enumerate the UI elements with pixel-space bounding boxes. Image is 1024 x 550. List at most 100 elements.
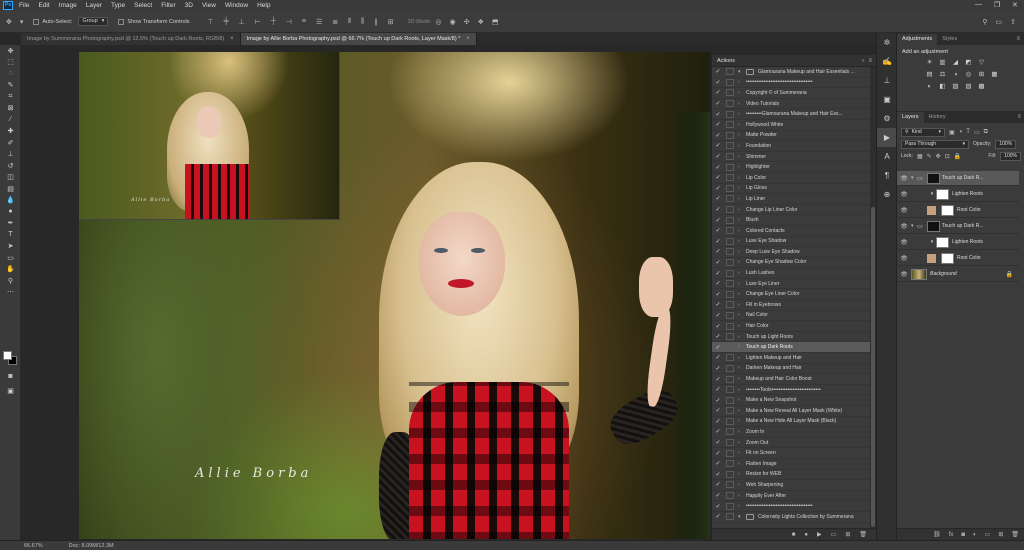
paragraph-icon[interactable]: ¶ [877, 166, 897, 185]
layer-mask-thumbnail[interactable] [927, 220, 940, 232]
levels-icon[interactable]: ▥ [938, 59, 947, 67]
dialog-toggle-box[interactable] [726, 396, 734, 404]
action-row[interactable]: ✓ › Make a New Snapshot [712, 395, 876, 406]
type-tool-icon[interactable]: T [0, 229, 21, 241]
action-row[interactable]: ✓ › Deep Luxe Eye Shadow [712, 247, 876, 258]
chevron-right-icon[interactable]: › [738, 397, 746, 403]
align-left-icon[interactable]: ⊢ [255, 18, 261, 26]
layer-mask-thumbnail[interactable] [941, 252, 954, 264]
dialog-toggle-box[interactable] [726, 237, 734, 245]
photoshop-logo[interactable]: Ps [3, 1, 13, 10]
layer-mask-thumbnail[interactable] [941, 204, 954, 216]
chevron-right-icon[interactable]: › [738, 79, 746, 85]
dialog-toggle-box[interactable] [726, 216, 734, 224]
action-row[interactable]: ✓ › Foundation [712, 141, 876, 152]
layer-group-1[interactable]: 👁 ▾ ▭ Touch up Dark R... [897, 171, 1019, 186]
checkmark-icon[interactable]: ✓ [712, 68, 724, 75]
dialog-toggle-box[interactable] [726, 121, 734, 129]
layer-fill-2[interactable]: 👁 Root Color [897, 251, 1019, 266]
vibrance-icon[interactable]: ▽ [977, 59, 986, 67]
actions-dock-icon[interactable]: ▶ [877, 128, 897, 147]
checkmark-icon[interactable]: ✓ [712, 365, 724, 372]
tab-history[interactable]: History [924, 112, 951, 123]
checkmark-icon[interactable]: ✓ [712, 301, 724, 308]
checkmark-icon[interactable]: ✓ [712, 323, 724, 330]
new-set-icon[interactable]: ▭ [831, 531, 837, 538]
checkmark-icon[interactable]: ✓ [712, 513, 724, 520]
action-row[interactable]: ✓ › Make a New Hide All Layer Mask (Black) [712, 417, 876, 428]
dialog-toggle-box[interactable] [726, 110, 734, 118]
menu-file[interactable]: File [19, 2, 29, 9]
frame-tool-icon[interactable]: ⊠ [0, 103, 21, 115]
dialog-toggle-box[interactable] [726, 174, 734, 182]
layer-mask-thumbnail[interactable] [936, 188, 949, 200]
scroll-thumb[interactable] [871, 207, 875, 527]
checkmark-icon[interactable]: ✓ [712, 79, 724, 86]
character-icon[interactable]: A [877, 147, 897, 166]
chevron-right-icon[interactable]: › [738, 175, 746, 181]
action-row[interactable]: ✓ › Luxe Eye Liner [712, 279, 876, 290]
chevron-right-icon[interactable]: › [738, 408, 746, 414]
curves-icon[interactable]: ◢ [951, 59, 960, 67]
trash-icon[interactable]: 🗑 [859, 531, 867, 538]
crop-tool-icon[interactable]: ⌗ [0, 91, 21, 103]
chevron-right-icon[interactable]: › [738, 207, 746, 213]
chevron-right-icon[interactable]: › [738, 249, 746, 255]
checkmark-icon[interactable]: ✓ [712, 111, 724, 118]
new-layer-icon[interactable]: ⊞ [998, 531, 1003, 538]
checkmark-icon[interactable]: ✓ [712, 492, 724, 499]
visibility-eye-icon[interactable]: 👁 [897, 207, 911, 214]
more-tools-icon[interactable]: ⋯ [0, 287, 21, 299]
chevron-down-icon[interactable]: ▾ [738, 514, 746, 520]
chevron-right-icon[interactable]: › [738, 281, 746, 287]
new-adjustment-icon[interactable]: ◐ [973, 532, 977, 538]
chevron-right-icon[interactable]: › [738, 185, 746, 191]
lock-all-icon[interactable]: 🔒 [954, 153, 961, 160]
photo-filter-icon[interactable]: ◎ [964, 71, 973, 79]
action-row[interactable]: ✓ › Colored Contacts [712, 226, 876, 237]
action-row[interactable]: ✓ › Touch up Light Roots [712, 332, 876, 343]
collapse-icon[interactable]: » [862, 58, 865, 64]
tab-summerana[interactable]: Image by Summerana Photography.psd @ 12.… [21, 33, 241, 45]
chevron-right-icon[interactable]: › [738, 418, 746, 424]
action-set-row[interactable]: ✓ ▾ Colorosity Lights Collection by Summer… [712, 512, 876, 523]
clone-source-icon[interactable]: ⊥ [877, 71, 897, 90]
tab-adjustments[interactable]: Adjustments [897, 34, 938, 45]
close-tab-icon[interactable]: × [230, 33, 234, 45]
checkmark-icon[interactable]: ✓ [712, 471, 724, 478]
restore-icon[interactable]: ❐ [994, 1, 1000, 9]
checkmark-icon[interactable]: ✓ [712, 418, 724, 425]
invert-icon[interactable]: ◐ [925, 83, 934, 91]
dialog-toggle-box[interactable] [726, 280, 734, 288]
action-row[interactable]: ✓ › Change Eye Shadow Color [712, 258, 876, 269]
panel-menu-icon[interactable]: ≡ [1016, 34, 1020, 45]
menu-view[interactable]: View [202, 2, 216, 9]
auto-align-icon[interactable]: ⊞ [388, 18, 394, 26]
checkmark-icon[interactable]: ✓ [712, 439, 724, 446]
menu-filter[interactable]: Filter [161, 2, 175, 9]
checkmark-icon[interactable]: ✓ [712, 206, 724, 213]
chevron-right-icon[interactable]: › [738, 132, 746, 138]
action-row[interactable]: ✓ › •••••••••••••••••••••••••••••••••••••• [712, 78, 876, 89]
panel-menu-icon[interactable]: ≡ [868, 58, 872, 64]
auto-select-dropdown[interactable]: Group ▾ [78, 17, 109, 26]
chevron-right-icon[interactable]: › [738, 291, 746, 297]
checkmark-icon[interactable]: ✓ [712, 89, 724, 96]
actions-title[interactable]: Actions [717, 58, 735, 64]
add-mask-icon[interactable]: ◙ [961, 532, 965, 538]
lock-artboard-icon[interactable]: ⊡ [945, 153, 950, 160]
filter-adjustment-icon[interactable]: ◑ [959, 129, 963, 135]
action-row[interactable]: ✓ › Hollywood White [712, 120, 876, 131]
auto-select-checkbox[interactable] [33, 18, 40, 25]
visibility-eye-icon[interactable]: 👁 [897, 271, 911, 278]
chevron-right-icon[interactable]: › [738, 217, 746, 223]
action-row[interactable]: ✓ › Change Eye Liner Color [712, 289, 876, 301]
chevron-right-icon[interactable]: › [738, 355, 746, 361]
healing-brush-icon[interactable]: ✚ [0, 126, 21, 138]
distribute-bottom-icon[interactable]: ≣ [332, 18, 338, 26]
record-icon[interactable]: ● [804, 532, 808, 538]
dialog-toggle-box[interactable] [726, 417, 734, 425]
dialog-toggle-box[interactable] [726, 311, 734, 319]
action-row[interactable]: ✓ › Makeup and Hair Color Boost [712, 374, 876, 385]
checkmark-icon[interactable]: ✓ [712, 153, 724, 160]
